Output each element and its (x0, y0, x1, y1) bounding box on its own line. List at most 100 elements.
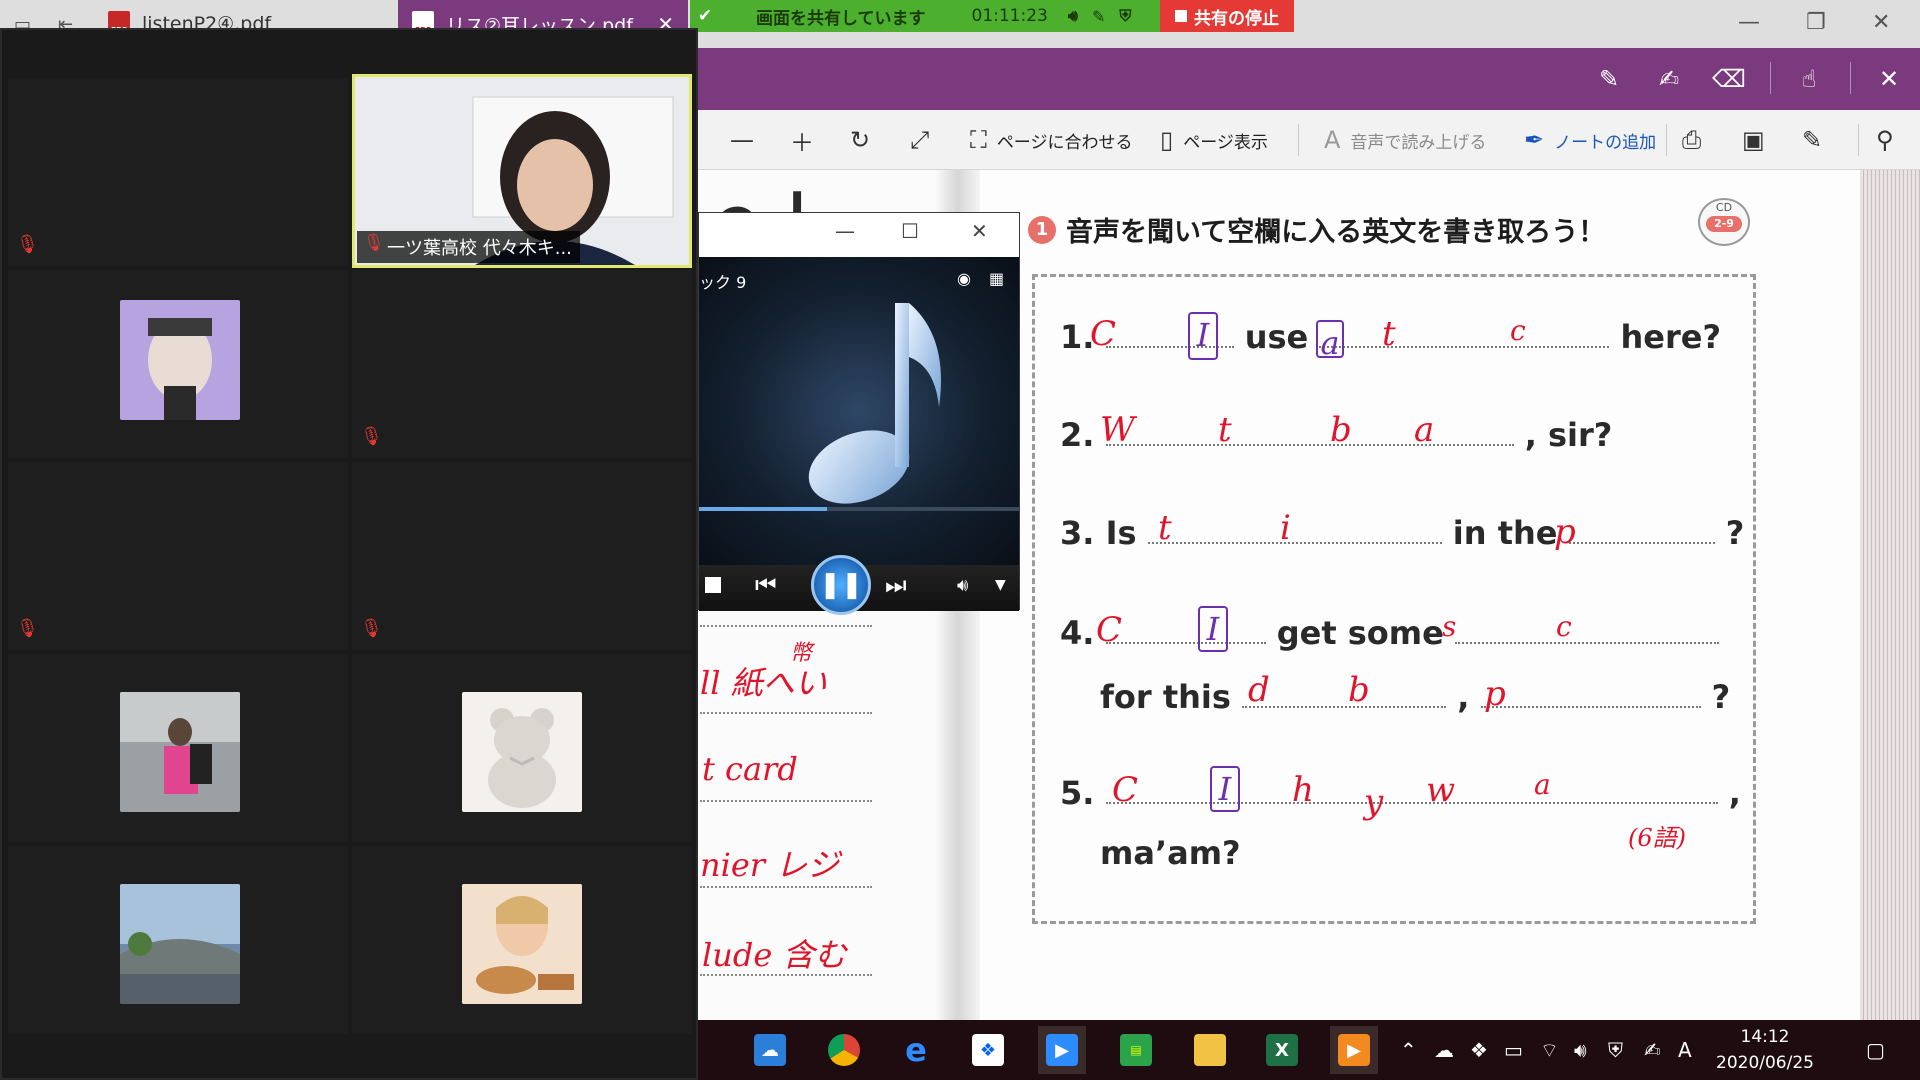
fit-page-button[interactable]: ⛶ ページに合わせる (970, 110, 1132, 170)
wifi-icon[interactable]: ⌔ (1540, 1038, 1559, 1063)
rotate-button[interactable]: ↻ (850, 110, 880, 170)
seek-bar[interactable] (699, 507, 1019, 511)
participant-tile[interactable]: 🎙︎ (352, 462, 692, 650)
add-note-button[interactable]: ✒ ノートの追加 (1524, 110, 1656, 170)
shield-icon[interactable]: ⛨ (1119, 6, 1131, 26)
answer-blank (1568, 516, 1715, 544)
show-hidden-icons[interactable]: ⌃ (1400, 1038, 1417, 1062)
previous-button[interactable]: ⏮ (755, 571, 777, 599)
question-number: 3. (1060, 514, 1095, 552)
pen-tray-icon[interactable]: ✍ (1644, 1038, 1661, 1062)
stop-share-button[interactable]: 共有の停止 (1160, 0, 1294, 32)
speaker-icon[interactable]: 🔊︎ (1068, 6, 1078, 26)
minimize-icon[interactable]: — (1738, 10, 1760, 35)
mic-muted-icon[interactable]: ✎ (1092, 7, 1105, 26)
handwritten-answer: i (1280, 508, 1291, 548)
participant-tile[interactable] (8, 846, 348, 1034)
handwritten-answer: b (1330, 410, 1352, 450)
zoom-in-button[interactable]: ＋ (790, 110, 824, 170)
taskbar-app-edge[interactable]: e (892, 1026, 940, 1074)
question-4: 4. get some (1060, 614, 1719, 652)
question-text: get some (1276, 614, 1444, 652)
read-aloud-button[interactable]: A 音声で読み上げる (1324, 110, 1486, 170)
handwritten-answer: y (1364, 782, 1384, 822)
participant-avatar (120, 884, 240, 1004)
defender-icon[interactable]: ⛨ (1608, 1038, 1623, 1062)
touch-write-icon[interactable]: ☝ (1790, 60, 1828, 98)
player-title-bar: — ☐ ✕ (699, 213, 1019, 257)
volume-icon[interactable]: 🔊︎ (957, 575, 968, 596)
ime-indicator[interactable]: A (1678, 1038, 1692, 1062)
taskbar-app-media-player[interactable]: ▶ (1330, 1026, 1378, 1074)
participant-tile[interactable]: 🎙︎ (8, 78, 348, 266)
participant-tile[interactable]: 🎙︎ (8, 462, 348, 650)
divider (1850, 62, 1851, 94)
dropbox-icon: ❖ (972, 1034, 1004, 1066)
handwritten-answer: t (1158, 508, 1172, 548)
stop-button[interactable] (705, 577, 721, 593)
close-ink-icon[interactable]: ✕ (1870, 60, 1908, 98)
restore-icon[interactable]: ❐ (1806, 10, 1826, 35)
mic-muted-icon: 🎙︎ (360, 426, 383, 447)
minimize-icon[interactable]: — (835, 219, 855, 243)
taskbar-app-dropbox[interactable]: ❖ (964, 1026, 1012, 1074)
handwritten-note: t card (702, 750, 798, 788)
zoom-out-button[interactable]: — (730, 110, 764, 170)
volume-dropdown-icon[interactable]: ▼ (995, 577, 1006, 593)
handwritten-answer: a (1534, 768, 1551, 801)
highlighter-icon[interactable]: ✍ (1650, 60, 1688, 98)
handwritten-answer: t (1382, 314, 1396, 354)
participant-tile[interactable] (8, 654, 348, 842)
next-button[interactable]: ⏭ (885, 571, 907, 599)
fullscreen-button[interactable]: ⤢ (910, 110, 939, 170)
expand-icon: ⤢ (910, 126, 930, 154)
battery-icon[interactable]: ▭ (1504, 1038, 1523, 1062)
taskbar-app-chrome[interactable] (820, 1026, 868, 1074)
clock-date: 2020/06/25 (1716, 1053, 1814, 1073)
windows-taskbar: ☁ e ❖ ▶ ▤ X ▶ ⌃ ☁ ❖ ▭ ⌔ 🔊︎ ⛨ ✍ A 14:12 2… (698, 1020, 1920, 1080)
handwritten-answer: C (1090, 314, 1117, 354)
speaker-tray-icon[interactable]: 🔊︎ (1574, 1038, 1587, 1062)
system-clock[interactable]: 14:12 2020/06/25 (1712, 1024, 1818, 1076)
divider (1858, 124, 1859, 156)
participant-tile[interactable]: 🎙︎ (352, 270, 692, 458)
close-window-icon[interactable]: ✕ (1872, 10, 1890, 35)
pin-toolbar-button[interactable]: ⚲ (1876, 110, 1904, 170)
taskbar-app-photos[interactable]: ☁ (746, 1026, 794, 1074)
save-button[interactable]: ▣ (1742, 110, 1775, 170)
taskbar-app-notes[interactable]: ▤ (1112, 1026, 1160, 1074)
participant-tile[interactable] (352, 846, 692, 1034)
pen-icon[interactable]: ✎ (1590, 60, 1628, 98)
handwritten-answer: t (1218, 410, 1232, 450)
notification-icon[interactable]: ▢ (1866, 1038, 1885, 1062)
pause-button[interactable]: ❚❚ (811, 555, 871, 615)
save-as-button[interactable]: ✎ (1802, 110, 1832, 170)
active-speaker-tile[interactable]: 🎙︎ 一ツ葉高校 代々木キ... (352, 74, 692, 268)
dropbox-tray-icon[interactable]: ❖ (1470, 1038, 1488, 1062)
print-button[interactable]: ⎙ (1682, 110, 1711, 170)
participant-name-tag: 🎙︎ 一ツ葉高校 代々木キ... (357, 231, 580, 263)
eraser-icon[interactable]: ⌫ (1710, 60, 1748, 98)
question-text: in the (1452, 514, 1558, 552)
handwritten-answer: s (1442, 610, 1457, 643)
question-text: , (1728, 774, 1741, 812)
onedrive-icon[interactable]: ☁ (1434, 1038, 1454, 1062)
cd-label: CD (1715, 201, 1733, 214)
taskbar-app-explorer[interactable] (1186, 1026, 1234, 1074)
participant-tile[interactable] (8, 270, 348, 458)
maximize-icon[interactable]: ☐ (901, 219, 919, 243)
mic-muted-icon: 🎙︎ (16, 618, 39, 639)
folder-icon (1194, 1034, 1226, 1066)
question-text: ? (1711, 678, 1731, 716)
taskbar-app-excel[interactable]: X (1258, 1026, 1306, 1074)
page-view-button[interactable]: ▯ ページ表示 (1160, 110, 1268, 170)
save-as-icon: ✎ (1802, 126, 1823, 154)
handwritten-answer: c (1556, 610, 1572, 643)
screen-share-bar: ✔ 画面を共有しています 01:11:23 🔊︎ ✎ ⛨ 共有の停止 (690, 0, 1294, 32)
close-icon[interactable]: ✕ (971, 219, 988, 243)
participant-tile[interactable] (352, 654, 692, 842)
taskbar-app-zoom[interactable]: ▶ (1038, 1026, 1086, 1074)
pin-icon[interactable]: ✔ (690, 6, 720, 26)
fit-page-icon: ⛶ (970, 126, 987, 154)
question-text: ? (1725, 514, 1745, 552)
